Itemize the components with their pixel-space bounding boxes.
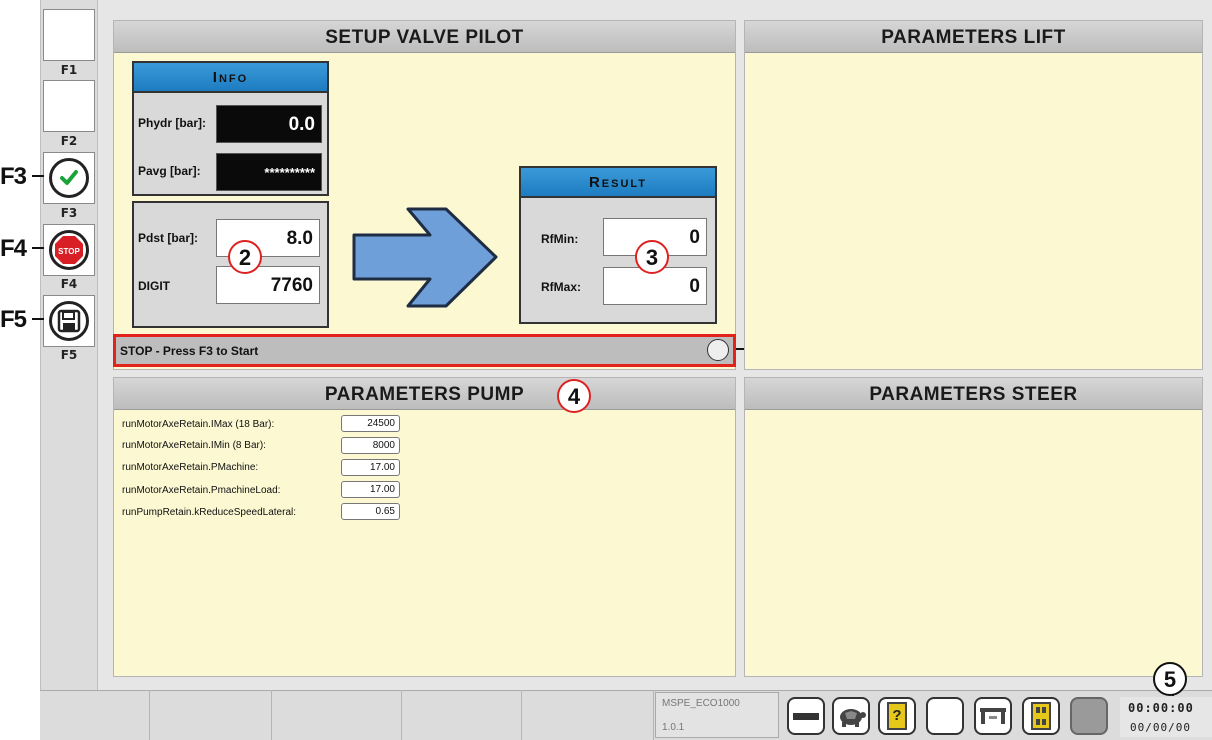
help-icon[interactable]: ? — [878, 697, 916, 735]
bottom-segment — [522, 690, 654, 740]
svg-text:STOP: STOP — [58, 247, 80, 256]
pump-param-value[interactable]: 17.00 — [341, 481, 400, 498]
f1-label: F1 — [60, 63, 78, 77]
minus-icon[interactable] — [787, 697, 825, 735]
pump-param-label: runPumpRetain.kReduceSpeedLateral: — [122, 507, 296, 518]
f5-label: F5 — [60, 348, 78, 362]
bottom-segment — [402, 690, 522, 740]
stop-icon: STOP — [49, 230, 89, 270]
pdst-label: Pdst [bar]: — [138, 231, 198, 245]
status-indicator-icon — [707, 339, 729, 361]
lift-icon[interactable] — [974, 697, 1012, 735]
parameters-lift-panel: PARAMETERS LIFT — [744, 20, 1203, 370]
bottom-segment — [40, 690, 150, 740]
rfmin-label: RfMin: — [541, 232, 579, 246]
clock-panel: 00:00:00 00/00/00 — [1120, 697, 1212, 737]
setup-panel-title: SETUP VALVE PILOT — [114, 21, 735, 53]
phydr-value: 0.0 — [216, 105, 322, 143]
info-box: Info Phydr [bar]: 0.0 Pavg [bar]: ******… — [132, 61, 329, 196]
callout-f4: F4 — [0, 235, 27, 262]
arrow-icon — [352, 207, 498, 308]
callout-f5: F5 — [0, 306, 27, 333]
steer-panel-title: PARAMETERS STEER — [745, 378, 1202, 410]
pump-param-value[interactable]: 24500 — [341, 415, 400, 432]
parameters-steer-panel: PARAMETERS STEER — [744, 377, 1203, 677]
f5-save-button[interactable] — [43, 295, 95, 347]
digit-label: DIGIT — [138, 279, 170, 293]
clock-time: 00:00:00 — [1128, 701, 1194, 715]
lift-panel-title: PARAMETERS LIFT — [745, 21, 1202, 53]
f2-label: F2 — [60, 134, 78, 148]
pump-param-label: runMotorAxeRetain.PMachine: — [122, 462, 259, 473]
clock-date: 00/00/00 — [1130, 721, 1191, 734]
f4-stop-button[interactable]: STOP — [43, 224, 95, 276]
pump-param-value[interactable]: 17.00 — [341, 459, 400, 476]
save-icon — [49, 301, 89, 341]
result-box: Result RfMin: 0 RfMax: 0 — [519, 166, 717, 324]
f4-label: F4 — [60, 277, 78, 291]
callout-f3: F3 — [0, 163, 27, 190]
vehicle-icon[interactable] — [1022, 697, 1060, 735]
callout-3: 3 — [635, 240, 669, 274]
pump-param-label: runMotorAxeRetain.PmachineLoad: — [122, 485, 281, 496]
digit-field[interactable]: 7760 — [216, 266, 320, 304]
check-icon — [49, 158, 89, 198]
status-text: STOP - Press F3 to Start — [120, 344, 259, 358]
pump-param-label: runMotorAxeRetain.IMax (18 Bar): — [122, 419, 275, 430]
blank-icon[interactable] — [926, 697, 964, 735]
rfmax-label: RfMax: — [541, 280, 582, 294]
pump-param-value[interactable]: 8000 — [341, 437, 400, 454]
bottom-segment — [150, 690, 272, 740]
pavg-value: ********** — [216, 153, 322, 191]
status-bar: STOP - Press F3 to Start — [113, 334, 736, 367]
f3-label: F3 — [60, 206, 78, 220]
machine-info: MSPE_ECO1000 1.0.1 — [655, 692, 779, 738]
info-header: Info — [134, 63, 327, 93]
pump-param-label: runMotorAxeRetain.IMin (8 Bar): — [122, 440, 266, 451]
turtle-icon[interactable] — [832, 697, 870, 735]
callout-5: 5 — [1153, 662, 1187, 696]
pump-panel-title: PARAMETERS PUMP — [114, 378, 735, 410]
result-header: Result — [521, 168, 715, 198]
f2-button[interactable] — [43, 80, 95, 132]
callout-4: 4 — [557, 379, 591, 413]
phydr-label: Phydr [bar]: — [138, 116, 207, 130]
machine-name: MSPE_ECO1000 — [662, 698, 740, 709]
bottom-segment — [272, 690, 402, 740]
pump-param-value[interactable]: 0.65 — [341, 503, 400, 520]
software-version: 1.0.1 — [662, 722, 685, 733]
gray-icon[interactable] — [1070, 697, 1108, 735]
f3-start-button[interactable] — [43, 152, 95, 204]
pavg-label: Pavg [bar]: — [138, 164, 201, 178]
callout-2: 2 — [228, 240, 262, 274]
f1-button[interactable] — [43, 9, 95, 61]
